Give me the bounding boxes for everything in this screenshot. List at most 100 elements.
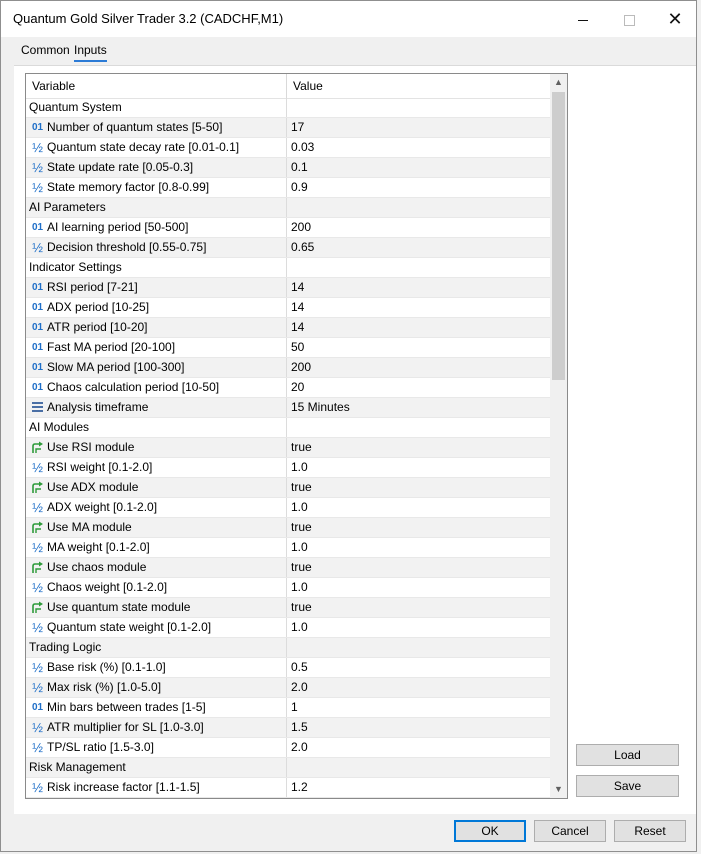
input-row[interactable]: ½ ADX weight [0.1-2.0] 1.0 — [26, 498, 550, 518]
value-cell[interactable]: 0.65 — [287, 238, 550, 257]
variable-label: Min bars between trades [1-5] — [47, 700, 206, 714]
vertical-scrollbar[interactable]: ▲ ▼ — [550, 74, 567, 798]
input-row[interactable]: 01 Chaos calculation period [10-50] 20 — [26, 378, 550, 398]
value-cell[interactable]: 1.0 — [287, 578, 550, 597]
enum-type-icon — [30, 398, 45, 417]
value-cell[interactable]: 20 — [287, 378, 550, 397]
value-cell[interactable]: 200 — [287, 218, 550, 237]
input-row[interactable]: ½ Decision threshold [0.55-0.75] 0.65 — [26, 238, 550, 258]
input-row[interactable]: 01 ADX period [10-25] 14 — [26, 298, 550, 318]
minimize-button[interactable] — [560, 1, 606, 37]
group-row[interactable]: Indicator Settings — [26, 258, 550, 278]
value-cell[interactable]: 0.5 — [287, 658, 550, 677]
reset-button[interactable]: Reset — [614, 820, 686, 842]
value-cell[interactable]: 17 — [287, 118, 550, 137]
input-row[interactable]: ½ State update rate [0.05-0.3] 0.1 — [26, 158, 550, 178]
value-cell[interactable]: 1 — [287, 698, 550, 717]
input-row[interactable]: ½ RSI weight [0.1-2.0] 1.0 — [26, 458, 550, 478]
variable-cell: 01 AI learning period [50-500] — [26, 218, 287, 237]
input-row[interactable]: ½ ATR multiplier for SL [1.0-3.0] 1.5 — [26, 718, 550, 738]
input-row[interactable]: ½ Chaos weight [0.1-2.0] 1.0 — [26, 578, 550, 598]
value-cell[interactable]: true — [287, 518, 550, 537]
scroll-thumb[interactable] — [552, 92, 565, 380]
title-bar: Quantum Gold Silver Trader 3.2 (CADCHF,M… — [1, 1, 696, 37]
double-type-icon: ½ — [32, 680, 43, 695]
input-row[interactable]: 01 RSI period [7-21] 14 — [26, 278, 550, 298]
variable-label: Slow MA period [100-300] — [47, 360, 185, 374]
double-type-icon: ½ — [32, 140, 43, 155]
group-row[interactable]: Risk Management — [26, 758, 550, 778]
group-row[interactable]: AI Modules — [26, 418, 550, 438]
value-cell[interactable]: 2.0 — [287, 678, 550, 697]
value-cell[interactable]: true — [287, 598, 550, 617]
value-cell[interactable]: 14 — [287, 318, 550, 337]
variable-cell: Quantum System — [26, 98, 287, 117]
input-row[interactable]: Use RSI module true — [26, 438, 550, 458]
input-row[interactable]: ½ Base risk (%) [0.1-1.0] 0.5 — [26, 658, 550, 678]
variable-cell: Use MA module — [26, 518, 287, 537]
value-cell[interactable]: 15 Minutes — [287, 398, 550, 417]
input-row[interactable]: ½ Max risk (%) [1.0-5.0] 2.0 — [26, 678, 550, 698]
value-cell[interactable]: 1.5 — [287, 718, 550, 737]
input-row[interactable]: 01 Number of quantum states [5-50] 17 — [26, 118, 550, 138]
value-cell[interactable]: 2.0 — [287, 738, 550, 757]
group-row[interactable]: Trading Logic — [26, 638, 550, 658]
variable-cell: ½ State update rate [0.05-0.3] — [26, 158, 287, 177]
value-cell[interactable]: 200 — [287, 358, 550, 377]
column-header-value[interactable]: Value — [287, 74, 550, 98]
value-cell[interactable]: 0.03 — [287, 138, 550, 157]
variable-label: Use quantum state module — [47, 600, 191, 614]
ok-button[interactable]: OK — [454, 820, 526, 842]
input-row[interactable]: 01 AI learning period [50-500] 200 — [26, 218, 550, 238]
column-header-variable[interactable]: Variable — [26, 74, 287, 98]
input-row[interactable]: 01 Min bars between trades [1-5] 1 — [26, 698, 550, 718]
maximize-button[interactable] — [606, 1, 652, 37]
input-row[interactable]: 01 ATR period [10-20] 14 — [26, 318, 550, 338]
value-cell[interactable]: 1.0 — [287, 538, 550, 557]
value-cell[interactable]: 1.0 — [287, 458, 550, 477]
input-row[interactable]: ½ Quantum state weight [0.1-2.0] 1.0 — [26, 618, 550, 638]
input-row[interactable]: ½ Risk increase factor [1.1-1.5] 1.2 — [26, 778, 550, 798]
input-row[interactable]: Use quantum state module true — [26, 598, 550, 618]
variable-cell: Risk Management — [26, 758, 287, 777]
value-cell[interactable]: 1.2 — [287, 778, 550, 797]
value-cell[interactable]: 1.0 — [287, 498, 550, 517]
variable-cell: Use quantum state module — [26, 598, 287, 617]
value-cell[interactable]: true — [287, 558, 550, 577]
variable-label: Fast MA period [20-100] — [47, 340, 176, 354]
group-row[interactable]: AI Parameters — [26, 198, 550, 218]
integer-type-icon: 01 — [31, 282, 44, 293]
value-cell[interactable]: 14 — [287, 298, 550, 317]
value-cell[interactable]: 0.1 — [287, 158, 550, 177]
value-cell[interactable]: true — [287, 438, 550, 457]
load-button[interactable]: Load — [576, 744, 679, 766]
group-row[interactable]: Quantum System — [26, 98, 550, 118]
variable-label: MA weight [0.1-2.0] — [47, 540, 150, 554]
input-row[interactable]: Use chaos module true — [26, 558, 550, 578]
value-cell[interactable]: true — [287, 478, 550, 497]
input-row[interactable]: 01 Slow MA period [100-300] 200 — [26, 358, 550, 378]
tab-common[interactable]: Common — [21, 43, 70, 57]
value-cell[interactable]: 1.0 — [287, 618, 550, 637]
integer-type-icon: 01 — [31, 382, 44, 393]
input-row[interactable]: Analysis timeframe 15 Minutes — [26, 398, 550, 418]
variable-cell: ½ Chaos weight [0.1-2.0] — [26, 578, 287, 597]
value-cell[interactable]: 0.9 — [287, 178, 550, 197]
integer-type-icon: 01 — [31, 342, 44, 353]
cancel-button[interactable]: Cancel — [534, 820, 606, 842]
scroll-up-arrow-icon[interactable]: ▲ — [550, 74, 567, 91]
variable-cell: Use chaos module — [26, 558, 287, 577]
input-row[interactable]: 01 Fast MA period [20-100] 50 — [26, 338, 550, 358]
input-row[interactable]: ½ TP/SL ratio [1.5-3.0] 2.0 — [26, 738, 550, 758]
scroll-down-arrow-icon[interactable]: ▼ — [550, 781, 567, 798]
save-button[interactable]: Save — [576, 775, 679, 797]
value-cell[interactable]: 14 — [287, 278, 550, 297]
value-cell[interactable]: 50 — [287, 338, 550, 357]
input-row[interactable]: Use ADX module true — [26, 478, 550, 498]
tab-inputs[interactable]: Inputs — [74, 43, 107, 62]
close-button[interactable]: ✕ — [652, 1, 698, 37]
input-row[interactable]: ½ Quantum state decay rate [0.01-0.1] 0.03 — [26, 138, 550, 158]
input-row[interactable]: ½ State memory factor [0.8-0.99] 0.9 — [26, 178, 550, 198]
input-row[interactable]: Use MA module true — [26, 518, 550, 538]
input-row[interactable]: ½ MA weight [0.1-2.0] 1.0 — [26, 538, 550, 558]
